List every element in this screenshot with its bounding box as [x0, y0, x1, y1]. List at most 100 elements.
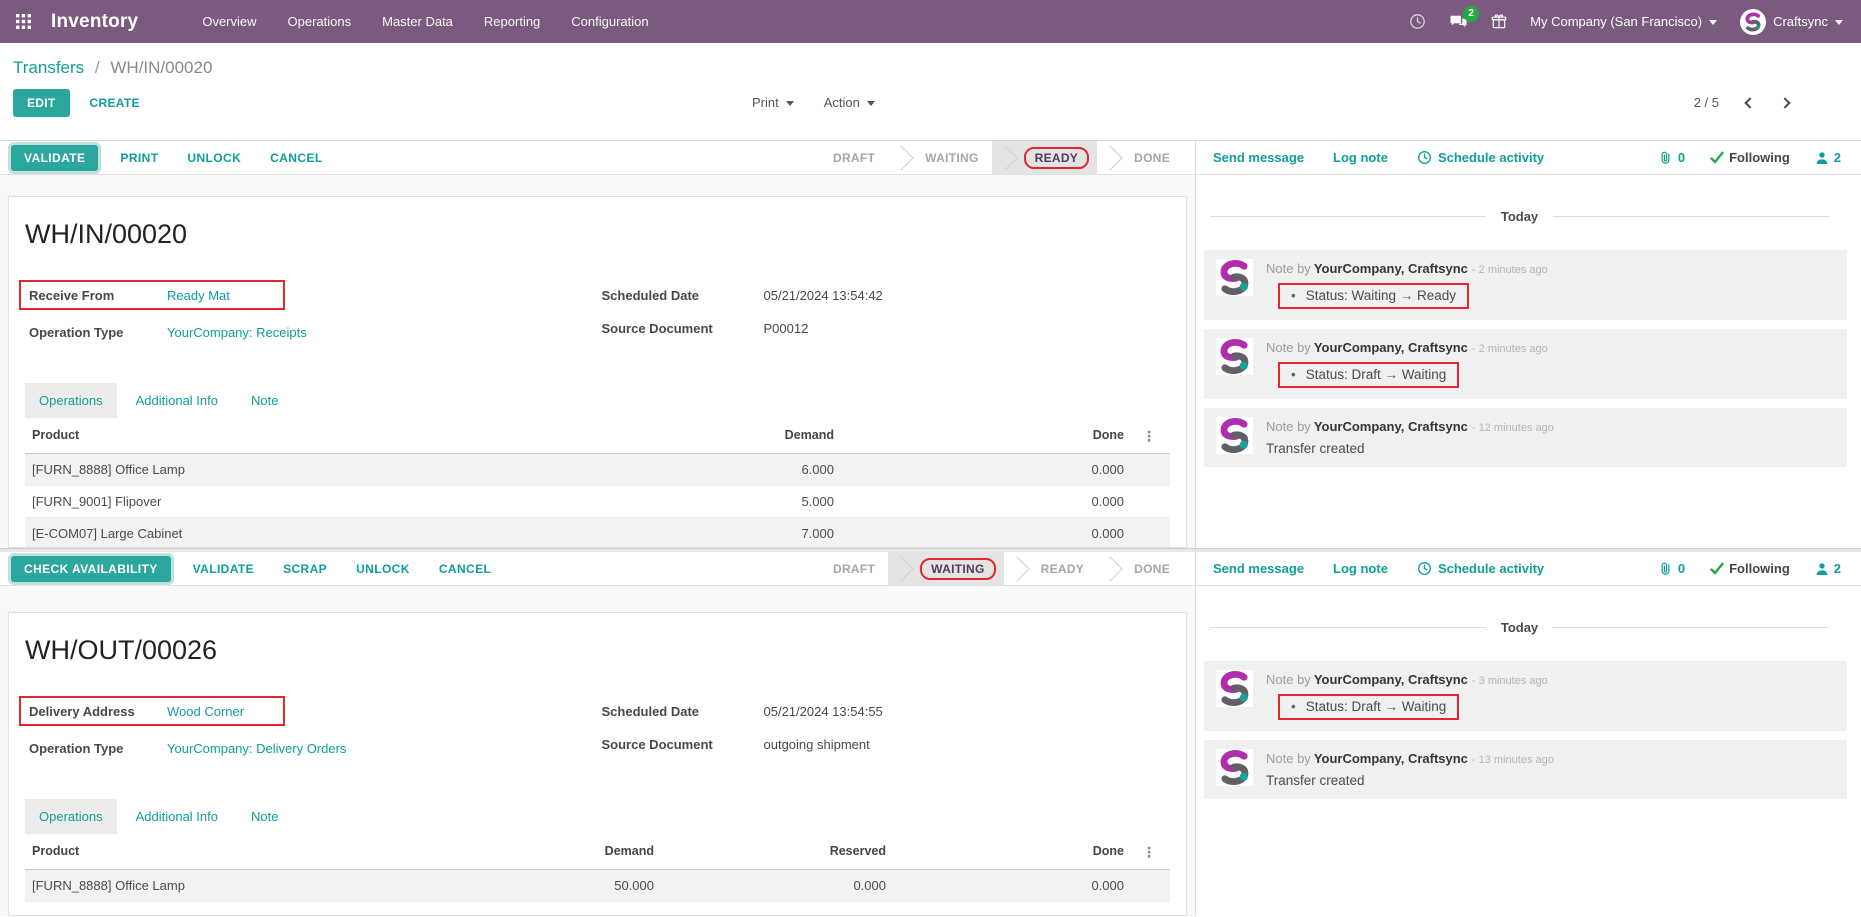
status-step[interactable]: DRAFT	[820, 552, 888, 585]
table-cell[interactable]: [E-COM07] Large Cabinet	[25, 518, 588, 548]
table-cell[interactable]: 0.000	[838, 454, 1128, 485]
column-header[interactable]: Done	[890, 836, 1128, 869]
table-cell[interactable]: [FURN_9001] Flipover	[25, 486, 588, 517]
message-header: Note byYourCompany, Craftsync- 12 minute…	[1266, 417, 1554, 434]
statusbar-action-button[interactable]: CANCEL	[260, 146, 332, 170]
following-toggle[interactable]: Following	[1710, 150, 1790, 165]
schedule-activity-button[interactable]: Schedule activity	[1417, 150, 1544, 165]
messages-icon[interactable]: 2	[1449, 14, 1468, 30]
statusbar-action-button[interactable]: VALIDATE	[11, 145, 98, 171]
table-row[interactable]: [E-COM07] Large Cabinet7.0000.000	[25, 518, 1170, 548]
column-header[interactable]: Reserved	[658, 836, 890, 869]
pager-next-icon[interactable]	[1779, 97, 1790, 108]
attachments-button[interactable]: 0	[1658, 561, 1685, 576]
field-value[interactable]: Wood Corner	[167, 704, 244, 719]
message-author: YourCompany, Craftsync	[1314, 340, 1468, 355]
column-header[interactable]: Demand	[588, 420, 838, 453]
table-cell[interactable]: 5.000	[588, 486, 838, 517]
table-cell[interactable]: 0.000	[838, 518, 1128, 548]
field-value[interactable]: YourCompany: Receipts	[167, 325, 307, 340]
log-note-button[interactable]: Log note	[1333, 150, 1388, 165]
statusbar-action-button[interactable]: SCRAP	[273, 557, 337, 581]
status-step[interactable]: DRAFT	[820, 141, 888, 174]
column-header[interactable]: Product	[25, 420, 588, 453]
nav-menu-item[interactable]: Overview	[202, 14, 256, 29]
app-title: Inventory	[51, 11, 138, 33]
print-dropdown[interactable]: Print	[752, 95, 794, 110]
table-cell[interactable]: 6.000	[588, 454, 838, 485]
table-cell[interactable]: 0.000	[658, 870, 890, 901]
statusbar-action-button[interactable]: PRINT	[110, 146, 168, 170]
notebook-tab[interactable]: Operations	[25, 383, 117, 418]
message-body: Transfer created	[1266, 773, 1365, 788]
table-cell[interactable]: 0.000	[838, 486, 1128, 517]
nav-menu-item[interactable]: Configuration	[571, 14, 648, 29]
edit-button[interactable]: EDIT	[13, 89, 70, 117]
action-dropdown[interactable]: Action	[824, 95, 875, 110]
table-row[interactable]: [FURN_8888] Office Lamp50.0000.0000.000	[25, 870, 1170, 902]
column-header[interactable]: Done	[838, 420, 1128, 453]
attachments-button[interactable]: 0	[1658, 150, 1685, 165]
statusbar-action-button[interactable]: UNLOCK	[346, 557, 420, 581]
nav-menu-item[interactable]: Reporting	[484, 14, 540, 29]
table-row[interactable]: [FURN_9001] Flipover5.0000.000	[25, 486, 1170, 518]
table-cell[interactable]: 0.000	[890, 870, 1128, 901]
table-cell[interactable]: [FURN_8888] Office Lamp	[25, 454, 588, 485]
apps-grid-icon[interactable]	[16, 14, 31, 29]
status-step[interactable]: WAITING	[888, 141, 991, 174]
field-value[interactable]: Ready Mat	[167, 288, 230, 303]
message-body: Transfer created	[1266, 441, 1365, 456]
avatar	[1216, 338, 1253, 375]
breadcrumb-transfers-link[interactable]: Transfers	[13, 58, 84, 77]
log-note-button[interactable]: Log note	[1333, 561, 1388, 576]
schedule-activity-button[interactable]: Schedule activity	[1417, 561, 1544, 576]
nav-menu-item[interactable]: Master Data	[382, 14, 453, 29]
status-step[interactable]: READY	[1004, 552, 1098, 585]
statusbar-action-button[interactable]: UNLOCK	[177, 146, 251, 170]
status-step[interactable]: READY	[992, 141, 1098, 174]
notebook-tab[interactable]: Note	[237, 799, 292, 834]
followers-button[interactable]: 2	[1815, 561, 1841, 576]
following-toggle[interactable]: Following	[1710, 561, 1790, 576]
chatter: Today Note byYourCompany, Craftsync- 3 m…	[1196, 586, 1861, 916]
followers-button[interactable]: 2	[1815, 150, 1841, 165]
statusbar-action-button[interactable]: VALIDATE	[183, 557, 264, 581]
chatter-message: Note byYourCompany, Craftsync- 2 minutes…	[1204, 329, 1847, 399]
gift-icon[interactable]	[1491, 13, 1507, 30]
table-cell[interactable]: 50.000	[436, 870, 658, 901]
table-cell[interactable]: 7.000	[588, 518, 838, 548]
table-cell[interactable]: [FURN_8888] Office Lamp	[25, 870, 436, 901]
create-button[interactable]: CREATE	[90, 96, 140, 110]
column-header[interactable]: Demand	[436, 836, 658, 869]
status-step[interactable]: DONE	[1097, 552, 1183, 585]
field-label: Source Document	[602, 737, 764, 752]
table-row[interactable]: [FURN_8888] Office Lamp6.0000.000	[25, 454, 1170, 486]
send-message-button[interactable]: Send message	[1213, 150, 1304, 165]
field-value[interactable]: YourCompany: Delivery Orders	[167, 741, 346, 756]
notebook-tab[interactable]: Additional Info	[122, 383, 232, 418]
nav-menu-item[interactable]: Operations	[288, 14, 352, 29]
activities-clock-icon[interactable]	[1409, 13, 1426, 30]
statusbar-action-button[interactable]: CANCEL	[429, 557, 501, 581]
notebook-tab[interactable]: Operations	[25, 799, 117, 834]
form-field: Source Document outgoing shipment	[598, 729, 1171, 759]
send-message-button[interactable]: Send message	[1213, 561, 1304, 576]
status-step[interactable]: DONE	[1097, 141, 1183, 174]
notebook-tab[interactable]: Additional Info	[122, 799, 232, 834]
avatar	[1216, 670, 1253, 707]
column-header[interactable]: Product	[25, 836, 436, 869]
column-options-icon[interactable]: ⋮	[1128, 836, 1170, 869]
statusbar-action-button[interactable]: CHECK AVAILABILITY	[11, 556, 171, 582]
message-body: Status: Draft → Waiting	[1278, 694, 1459, 720]
company-switcher[interactable]: My Company (San Francisco)	[1530, 14, 1717, 29]
form-field: Operation Type YourCompany: Receipts	[25, 317, 598, 347]
field-label: Delivery Address	[29, 704, 167, 719]
avatar	[1216, 417, 1253, 454]
pager-previous-icon[interactable]	[1744, 97, 1755, 108]
notebook-tab[interactable]: Note	[237, 383, 292, 418]
chevron-down-icon	[1709, 20, 1717, 25]
status-step[interactable]: WAITING	[888, 552, 1003, 585]
message-header: Note byYourCompany, Craftsync- 2 minutes…	[1266, 259, 1548, 276]
user-menu[interactable]: Craftsync	[1740, 9, 1843, 35]
column-options-icon[interactable]: ⋮	[1128, 420, 1170, 453]
